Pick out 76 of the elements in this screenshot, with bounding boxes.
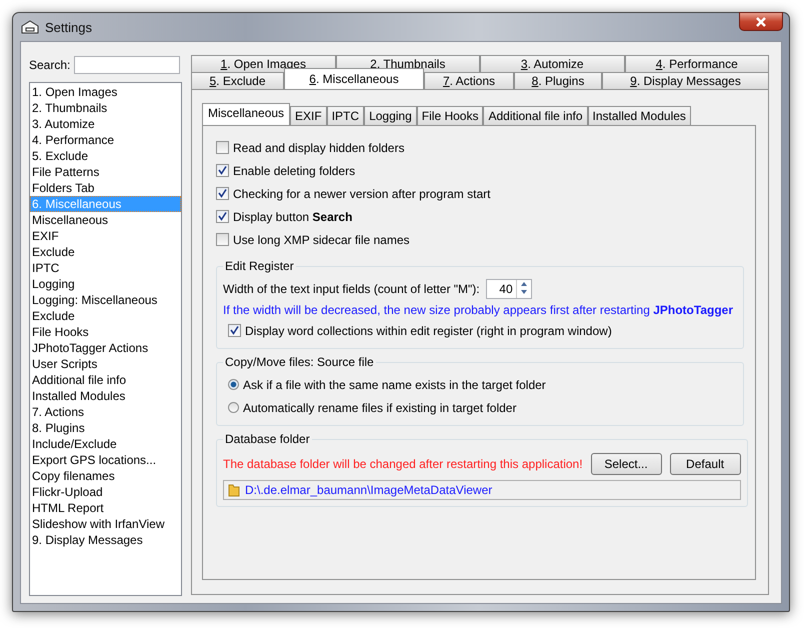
checkbox[interactable] [216,233,229,246]
tab[interactable]: 5. Exclude [191,72,284,89]
list-item[interactable]: 5. Exclude [30,148,181,164]
checkbox-label: Checking for a newer version after program start [233,186,490,200]
list-item[interactable]: Installed Modules [30,388,181,404]
radio-label: Automatically rename files if existing in target folder [243,400,516,414]
checkbox-label: Enable deleting folders [233,164,356,178]
tab[interactable]: Logging [364,106,417,125]
search-field[interactable] [74,56,180,74]
radio-button[interactable] [228,379,239,390]
checkbox[interactable] [216,187,229,200]
list-item[interactable]: Logging [30,276,181,292]
checkbox-label: Use long XMP sidecar file names [233,232,410,246]
width-label: Width of the text input fields (count of letter "M"): [223,282,480,296]
list-item[interactable]: Logging: Miscellaneous [30,292,181,308]
tab[interactable]: 3. Automize [480,55,624,72]
list-item[interactable]: JPhotoTagger Actions [30,340,181,356]
list-item[interactable]: Copy filenames [30,468,181,484]
list-item[interactable]: 1. Open Images [30,84,181,100]
list-item[interactable]: 3. Automize [30,116,181,132]
list-item[interactable]: Slideshow with IrfanView [30,516,181,532]
width-spinner[interactable]: 40 [486,279,532,299]
tab[interactable]: IPTC [326,106,364,125]
tab[interactable]: 4. Performance [624,55,769,72]
checkbox[interactable] [228,324,241,337]
tab[interactable]: EXIF [290,106,327,125]
checkbox-label: Display word collections within edit register (right in program window) [245,324,612,338]
search-label: Search: [29,58,70,72]
list-item[interactable]: 2. Thumbnails [30,100,181,116]
tab[interactable]: 9. Display Messages [602,72,769,89]
list-item[interactable]: Miscellaneous [30,212,181,228]
radio-label: Ask if a file with the same name exists in the target folder [243,378,546,392]
list-item[interactable]: Flickr-Upload [30,484,181,500]
list-item[interactable]: EXIF [30,228,181,244]
list-item[interactable]: Folders Tab [30,180,181,196]
list-item[interactable]: Exclude [30,244,181,260]
close-icon [755,16,767,26]
list-item[interactable]: File Hooks [30,324,181,340]
checkbox[interactable] [216,164,229,177]
radio-button[interactable] [228,402,239,413]
folder-button[interactable]: Default [670,453,741,475]
checkbox-label: Display button Search [233,210,352,224]
group-title: Database folder [224,432,311,446]
tab[interactable]: 8. Plugins [514,72,602,89]
list-item[interactable]: 8. Plugins [30,420,181,436]
folder-button[interactable]: Select... [590,453,662,475]
group-title: Copy/Move files: Source file [224,355,375,369]
checkbox[interactable] [216,141,229,154]
path-text: D:\.de.elmar_baumann\ImageMetaDataViewer [245,483,492,497]
window-title: Settings [45,20,92,34]
tab[interactable]: 6. Miscellaneous [284,68,424,89]
checkbox[interactable] [216,210,229,223]
folder-icon [227,483,241,497]
tab[interactable]: File Hooks [416,106,484,125]
list-item[interactable]: HTML Report [30,500,181,516]
list-item[interactable]: File Patterns [30,164,181,180]
checkbox-label: Read and display hidden folders [233,140,404,154]
warning-text: The database folder will be changed after restarting this application! [223,457,583,471]
tab[interactable]: 7. Actions [424,72,514,89]
tab[interactable]: Additional file info [483,106,588,125]
list-item[interactable]: User Scripts [30,356,181,372]
list-item[interactable]: Exclude [30,308,181,324]
list-item[interactable]: Additional file info [30,372,181,388]
close-button[interactable] [739,12,783,31]
group-title: Edit Register [224,259,295,273]
window-app-icon [21,19,39,35]
tab[interactable]: Miscellaneous [202,103,290,125]
tab[interactable]: 1. Open Images [191,55,336,72]
tab[interactable]: Installed Modules [588,106,691,125]
list-item[interactable]: 9. Display Messages [30,532,181,548]
list-item[interactable]: Include/Exclude [30,436,181,452]
list-item[interactable]: Export GPS locations... [30,452,181,468]
list-item[interactable]: 7. Actions [30,404,181,420]
list-item[interactable]: IPTC [30,260,181,276]
list-item[interactable]: 4. Performance [30,132,181,148]
hint-text: If the width will be decreased, the new size probably appears first after restarting JPhotoTagger [223,302,734,319]
